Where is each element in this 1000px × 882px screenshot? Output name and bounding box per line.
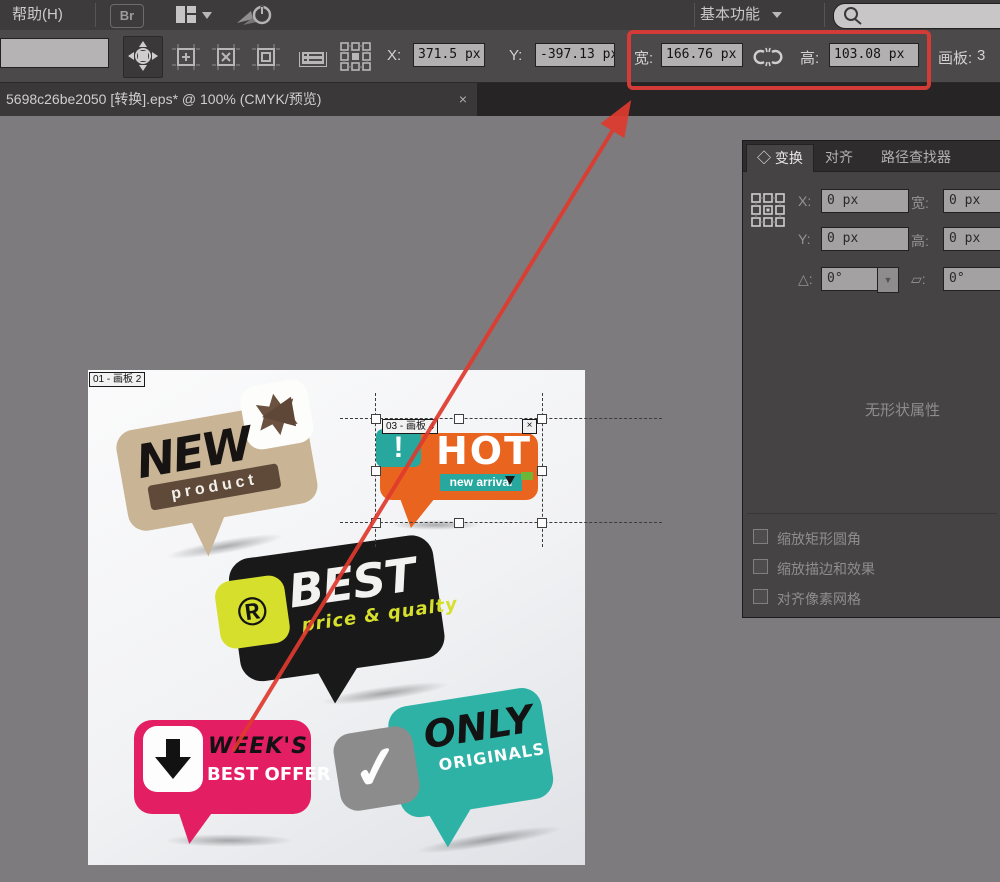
selection-handle-ne[interactable] bbox=[537, 414, 547, 424]
reference-point-grid-icon[interactable] bbox=[340, 42, 372, 77]
separator bbox=[95, 3, 96, 27]
menu-bar: 帮助(H) Br 基本功能 bbox=[0, 0, 1000, 30]
registered-icon: ® bbox=[235, 588, 270, 637]
checkmark-icon: ✓ bbox=[348, 736, 405, 801]
y-label: Y: bbox=[509, 47, 522, 64]
menu-help[interactable]: 帮助(H) bbox=[0, 0, 75, 30]
tab-close-icon[interactable]: × bbox=[450, 83, 476, 116]
panel-height-field[interactable]: 0 px bbox=[943, 227, 1000, 251]
week-badge-icon-box bbox=[143, 726, 203, 792]
rotate-dropdown[interactable]: ▼ bbox=[877, 267, 899, 293]
x-label: X: bbox=[387, 47, 401, 64]
hot-badge-icon-box: ! bbox=[376, 429, 421, 467]
selection-handle-n[interactable] bbox=[454, 414, 464, 424]
move-artboard-button[interactable] bbox=[123, 36, 163, 78]
badge-text: HOT bbox=[436, 429, 532, 473]
workspace-label: 基本功能 bbox=[700, 6, 760, 23]
tab-align[interactable]: 对齐 bbox=[815, 144, 863, 171]
document-tab[interactable]: 5698c26be2050 [转换].eps* @ 100% (CMYK/预览)… bbox=[0, 83, 477, 116]
tab-transform[interactable]: ◇ 变换 bbox=[746, 144, 814, 172]
no-shape-properties-text: 无形状属性 bbox=[865, 399, 940, 420]
workspace-switcher[interactable]: 基本功能 bbox=[700, 0, 782, 30]
selection-close-icon[interactable]: × bbox=[522, 419, 537, 434]
artboard-preset-landscape-icon[interactable] bbox=[172, 44, 200, 75]
selection-handle-se[interactable] bbox=[537, 518, 547, 528]
star-arrow-icon bbox=[248, 387, 305, 441]
artboard-preset-portrait-icon[interactable] bbox=[212, 44, 240, 75]
y-field[interactable]: -397.13 px bbox=[535, 43, 615, 67]
separator bbox=[824, 3, 825, 27]
down-arrow-icon bbox=[153, 737, 193, 781]
panel-tab-bar: ◇ 变换 对齐 路径查找器 bbox=[743, 141, 1000, 172]
rotate-icon: △: bbox=[798, 271, 813, 288]
selection-handle-sw[interactable] bbox=[371, 518, 381, 528]
artboard-options-icon[interactable] bbox=[298, 46, 328, 73]
artboard-image: 01 - 画板 2 NEW product ® BEST price & qua… bbox=[88, 370, 585, 865]
shear-icon: ▱: bbox=[911, 271, 926, 288]
only-badge-icon-box: ✓ bbox=[331, 724, 422, 814]
panel-x-field[interactable]: 0 px bbox=[821, 189, 909, 213]
panel-collapse-icon: ◇ bbox=[757, 150, 771, 166]
tab-pathfinder[interactable]: 路径查找器 bbox=[871, 144, 961, 171]
best-badge-icon-box: ® bbox=[213, 574, 292, 651]
search-input[interactable] bbox=[833, 3, 1000, 29]
scale-strokes-label: 缩放描边和效果 bbox=[777, 559, 875, 579]
height-field[interactable]: 103.08 px bbox=[829, 43, 919, 67]
document-title: 5698c26be2050 [转换].eps* @ 100% (CMYK/预览) bbox=[6, 91, 321, 107]
selection-handle-s[interactable] bbox=[454, 518, 464, 528]
panel-divider bbox=[747, 513, 997, 514]
link-dimensions-icon[interactable] bbox=[753, 45, 783, 74]
document-tab-bar: 5698c26be2050 [转换].eps* @ 100% (CMYK/预览)… bbox=[0, 83, 1000, 116]
panel-y-label: Y: bbox=[798, 231, 810, 247]
selection-handle-w[interactable] bbox=[371, 466, 381, 476]
align-pixel-grid-checkbox[interactable] bbox=[753, 589, 768, 604]
selection-tag: 03 - 画板 4 bbox=[382, 419, 438, 434]
artboard-tag: 01 - 画板 2 bbox=[89, 372, 145, 387]
selection-handle-e[interactable] bbox=[537, 466, 547, 476]
x-field[interactable]: 371.5 px bbox=[413, 43, 485, 67]
width-label: 宽: bbox=[634, 47, 653, 68]
bridge-button[interactable]: Br bbox=[110, 4, 144, 28]
instance-name-input[interactable] bbox=[0, 38, 109, 68]
search-icon bbox=[842, 6, 864, 26]
artboard-count-value: 3 bbox=[977, 47, 985, 64]
panel-width-label: 宽: bbox=[911, 193, 929, 213]
exclamation-icon: ! bbox=[394, 431, 404, 465]
tab-transform-label: 变换 bbox=[775, 150, 803, 166]
panel-width-field[interactable]: 0 px bbox=[943, 189, 1000, 213]
align-pixel-grid-label: 对齐像素网格 bbox=[777, 589, 861, 609]
scale-corners-checkbox[interactable] bbox=[753, 529, 768, 544]
cursor-icon bbox=[505, 476, 515, 485]
arrange-documents-icon[interactable] bbox=[175, 5, 213, 30]
badge-week: WEEK'S BEST OFFER bbox=[134, 712, 319, 847]
width-field[interactable]: 166.76 px bbox=[661, 43, 743, 67]
green-annotation bbox=[521, 472, 533, 480]
artboard-count-label: 画板: bbox=[938, 47, 972, 68]
badge-shadow bbox=[164, 834, 294, 847]
selection-handle-nw[interactable] bbox=[371, 414, 381, 424]
control-bar: X: 371.5 px Y: -397.13 px 宽: 166.76 px 高… bbox=[0, 30, 1000, 83]
scale-strokes-checkbox[interactable] bbox=[753, 559, 768, 574]
badge-new-product: NEW product bbox=[110, 375, 345, 569]
shear-field[interactable]: 0° bbox=[943, 267, 1000, 291]
artboard-preset-square-icon[interactable] bbox=[252, 44, 280, 75]
reference-point-locator-icon[interactable] bbox=[751, 193, 785, 232]
badge-only: ✓ ONLY ORIGINALS bbox=[327, 675, 574, 868]
cs-live-icon[interactable] bbox=[233, 3, 273, 32]
selection-guide-bottom bbox=[340, 522, 662, 523]
transform-panel: ◇ 变换 对齐 路径查找器 X: 0 px 宽: 0 px Y: 0 px 高:… bbox=[742, 140, 1000, 618]
badge-subtext: BEST OFFER bbox=[207, 764, 331, 785]
separator bbox=[694, 3, 695, 27]
scale-corners-label: 缩放矩形圆角 bbox=[777, 529, 861, 549]
height-label: 高: bbox=[800, 47, 819, 68]
panel-height-label: 高: bbox=[911, 231, 929, 251]
chevron-down-icon bbox=[772, 12, 782, 18]
badge-text: WEEK'S bbox=[208, 734, 308, 759]
panel-x-label: X: bbox=[798, 193, 811, 209]
panel-y-field[interactable]: 0 px bbox=[821, 227, 909, 251]
